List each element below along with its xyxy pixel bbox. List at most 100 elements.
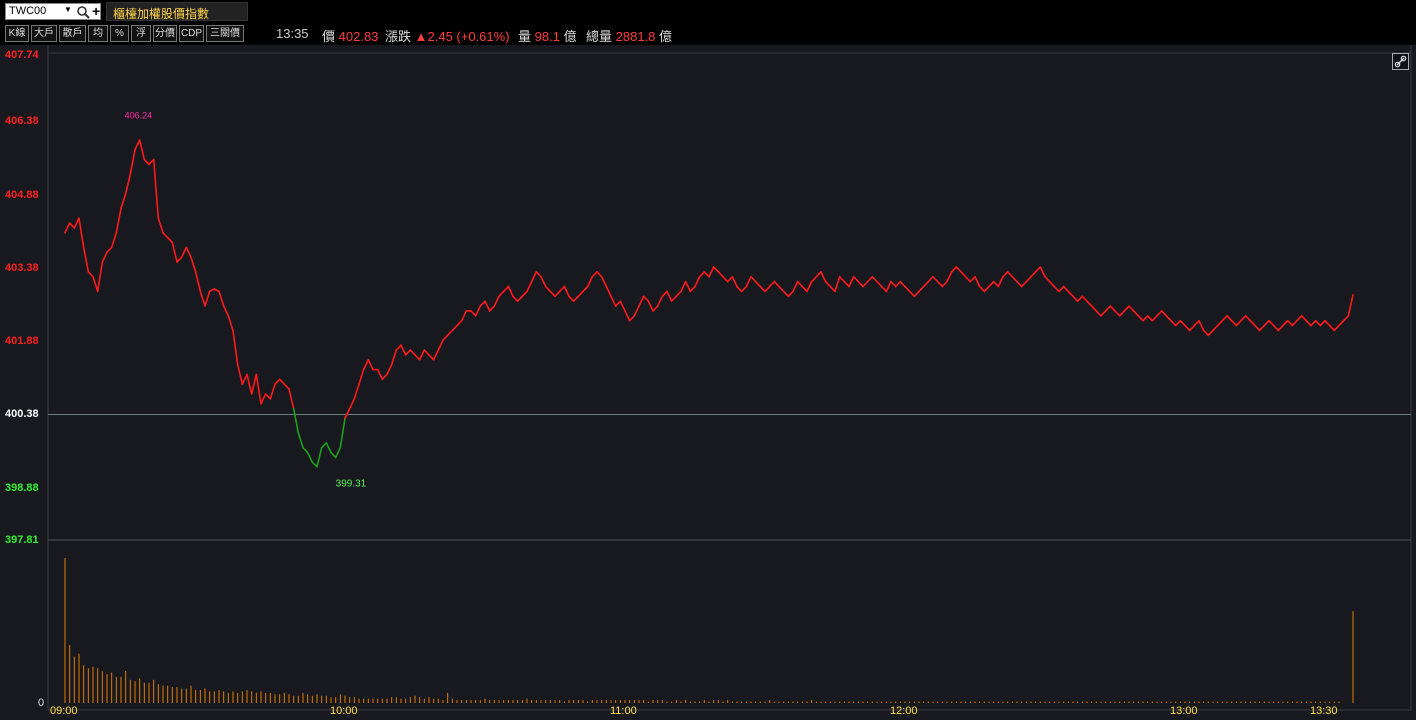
y-tick-label: 407.74 bbox=[5, 49, 39, 61]
price-segment bbox=[493, 295, 500, 307]
price-segment bbox=[507, 285, 514, 298]
price-segment bbox=[782, 290, 790, 298]
dropdown-arrow-icon[interactable]: ▼ bbox=[64, 5, 72, 14]
price-segment bbox=[736, 285, 743, 293]
chart-canvas[interactable]: 406.24 399.31 bbox=[0, 45, 1416, 720]
price-segment bbox=[152, 158, 160, 219]
price-segment bbox=[1179, 319, 1186, 327]
price-segment bbox=[73, 217, 80, 229]
price-segment bbox=[1090, 305, 1098, 312]
price-segment bbox=[619, 300, 626, 312]
instrument-title: 櫃檯加權股價指數 bbox=[106, 2, 248, 21]
link-tool-icon[interactable] bbox=[1392, 53, 1409, 70]
intraday-chart[interactable]: 406.24 399.31 407.74 406.38 404.88 403.38 401… bbox=[0, 45, 1416, 720]
x-tick-label: 12:00 bbox=[890, 705, 918, 717]
price-distribution-button[interactable]: 分價 bbox=[153, 25, 177, 42]
price-segment bbox=[1328, 324, 1336, 332]
price-label: 價 bbox=[322, 29, 336, 44]
price-segment bbox=[1300, 315, 1308, 322]
price-segment bbox=[1347, 294, 1354, 317]
price-segment bbox=[614, 300, 622, 307]
price-segment bbox=[460, 310, 468, 322]
price-segment bbox=[92, 275, 99, 293]
price-segment bbox=[540, 275, 547, 288]
price-segment bbox=[666, 290, 673, 302]
price-segment bbox=[936, 280, 944, 288]
price-segment bbox=[1319, 319, 1326, 327]
price-segment bbox=[1216, 319, 1224, 327]
symbol-input[interactable]: TWC00 ▼ + bbox=[5, 3, 101, 20]
price-segment bbox=[927, 275, 934, 283]
price-segment bbox=[264, 393, 272, 400]
price-segment bbox=[955, 266, 962, 273]
price-segment bbox=[442, 334, 449, 342]
three-levels-button[interactable]: 三關價 bbox=[206, 25, 244, 42]
price-segment bbox=[1034, 266, 1042, 273]
price-segment bbox=[232, 329, 239, 366]
price-segment bbox=[558, 285, 566, 293]
price-segment bbox=[983, 285, 990, 293]
price-segment bbox=[1207, 329, 1214, 337]
price-segment bbox=[554, 290, 561, 298]
price-segment bbox=[1291, 319, 1298, 327]
price-segment bbox=[68, 222, 76, 229]
price-segment bbox=[1132, 310, 1140, 317]
price-segment bbox=[563, 285, 570, 298]
price-segment bbox=[306, 451, 314, 464]
price-segment bbox=[1244, 315, 1252, 322]
price-segment bbox=[642, 295, 650, 302]
price-segment bbox=[1314, 319, 1322, 327]
price-segment bbox=[834, 275, 841, 293]
price-segment bbox=[1053, 285, 1060, 293]
price-segment bbox=[633, 305, 640, 317]
average-button[interactable]: 均 bbox=[88, 25, 108, 42]
price-segment bbox=[1044, 275, 1051, 283]
price-segment bbox=[1333, 324, 1340, 332]
price-segment bbox=[1277, 324, 1284, 332]
price-segment bbox=[241, 373, 248, 385]
chart-frame bbox=[47, 45, 1412, 711]
price-segment bbox=[848, 275, 855, 288]
price-segment bbox=[591, 271, 598, 278]
price-segment bbox=[1296, 315, 1303, 322]
price-segment bbox=[932, 275, 939, 283]
big-holder-button[interactable]: 大戶 bbox=[31, 25, 57, 42]
price-segment bbox=[997, 275, 1004, 288]
search-icon[interactable] bbox=[76, 5, 90, 19]
price-segment bbox=[1174, 319, 1182, 327]
price-segment bbox=[1076, 295, 1084, 302]
float-button[interactable]: 浮 bbox=[131, 25, 151, 42]
price-segment bbox=[451, 324, 458, 332]
price-segment bbox=[292, 407, 300, 434]
price-segment bbox=[479, 300, 486, 307]
retail-button[interactable]: 散戶 bbox=[59, 25, 86, 42]
quote-volume-group: 量 98.1 億 bbox=[518, 26, 577, 45]
price-segment bbox=[787, 290, 794, 298]
price-segment bbox=[810, 275, 818, 283]
volume-zero-label: 0 bbox=[38, 697, 45, 709]
price-segment bbox=[894, 280, 902, 288]
price-segment bbox=[157, 217, 164, 234]
price-segment bbox=[759, 285, 766, 293]
price-segment bbox=[1202, 329, 1210, 337]
price-segment bbox=[820, 271, 827, 283]
price-segment bbox=[1160, 310, 1168, 317]
volume-unit: 億 bbox=[563, 29, 577, 44]
price-segment bbox=[437, 339, 444, 351]
price-segment bbox=[796, 280, 804, 288]
add-icon[interactable]: + bbox=[92, 3, 100, 19]
cdp-button[interactable]: CDP bbox=[179, 25, 204, 42]
price-segment bbox=[647, 300, 654, 312]
price-segment bbox=[484, 300, 491, 312]
price-segment bbox=[1226, 315, 1233, 322]
price-segment bbox=[1095, 310, 1102, 317]
kline-button[interactable]: K線 bbox=[5, 25, 29, 42]
price-segment bbox=[1268, 319, 1275, 327]
percent-button[interactable]: % bbox=[110, 25, 129, 42]
price-segment bbox=[568, 295, 575, 302]
price-segment bbox=[628, 315, 636, 322]
price-segment bbox=[1025, 275, 1032, 283]
price-segment bbox=[1039, 266, 1046, 278]
price-segment bbox=[106, 246, 113, 254]
price-segment bbox=[1011, 275, 1018, 283]
